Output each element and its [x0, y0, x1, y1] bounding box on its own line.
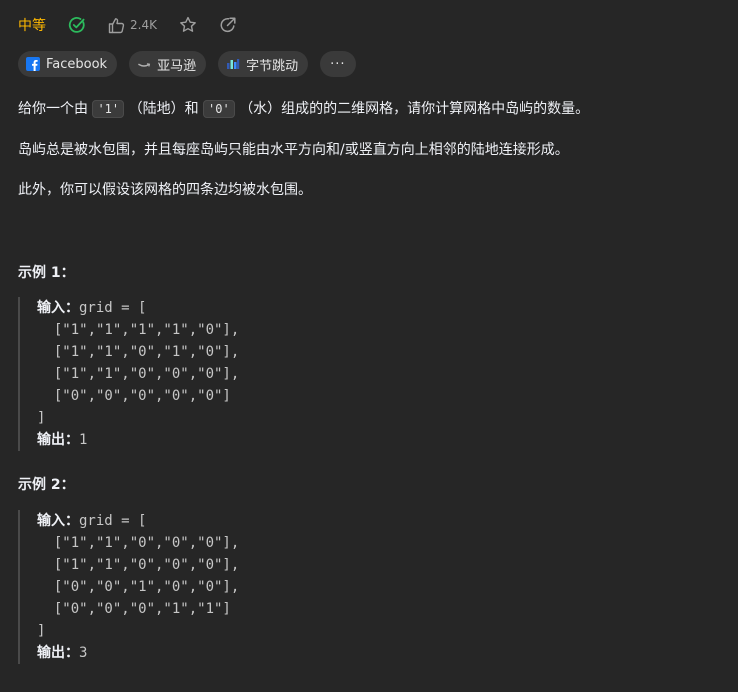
- grid-row: ["1","1","0","0","0"],: [37, 557, 240, 573]
- grid-row: ["1","1","0","1","0"],: [37, 344, 240, 360]
- tag-amazon[interactable]: 亚马逊: [129, 51, 207, 77]
- share-button[interactable]: [219, 16, 237, 34]
- facebook-icon: [26, 57, 40, 71]
- description-text: 给你一个由: [18, 101, 88, 117]
- output-label: 输出：: [37, 432, 79, 448]
- description-paragraph-3: 此外，你可以假设该网格的四条边均被水包围。: [18, 182, 312, 198]
- grid-row: ["1","1","1","1","0"],: [37, 322, 240, 338]
- input-head: grid = [: [79, 300, 147, 316]
- description-text: （陆地）和: [128, 101, 199, 117]
- example-1-title: 示例 1：: [18, 265, 75, 281]
- grid-row: ["0","0","1","0","0"],: [37, 579, 240, 595]
- likes-count: 2.4K: [130, 18, 157, 32]
- grid-row: ["0","0","0","0","0"]: [37, 388, 231, 404]
- tag-bytedance[interactable]: 字节跳动: [218, 51, 309, 77]
- difficulty-badge: 中等: [18, 18, 46, 34]
- inline-code: '0': [203, 100, 235, 118]
- amazon-icon: [137, 57, 151, 71]
- solved-check-icon: [68, 17, 85, 33]
- tag-label: 字节跳动: [246, 58, 299, 74]
- input-label: 输入：: [37, 513, 79, 529]
- bytedance-icon: [226, 57, 240, 71]
- output-value: 3: [79, 645, 88, 661]
- inline-code: '1': [92, 100, 125, 118]
- tag-label: 亚马逊: [157, 58, 197, 74]
- description-paragraph-1: 给你一个由 '1' （陆地）和 '0' （水）组成的的二维网格，请你计算网格中岛…: [18, 98, 589, 118]
- solved-status: [68, 16, 86, 34]
- grid-row: ["1","1","0","0","0"],: [37, 535, 240, 551]
- like-button[interactable]: 2.4K: [108, 17, 157, 34]
- output-value: 1: [79, 432, 88, 448]
- thumbs-up-icon: [108, 17, 125, 33]
- more-tags-button[interactable]: ···: [320, 51, 356, 77]
- grid-close: ]: [37, 623, 46, 639]
- description-paragraph-2: 岛屿总是被水包围，并且每座岛屿只能由水平方向和/或竖直方向上相邻的陆地连接形成。: [18, 142, 569, 158]
- description-text: （水）组成的的二维网格，请你计算网格中岛屿的数量。: [239, 101, 590, 117]
- tag-facebook[interactable]: Facebook: [18, 51, 118, 77]
- example-2-title: 示例 2：: [18, 477, 75, 493]
- grid-close: ]: [37, 410, 46, 426]
- example-1-block: 输入：grid = [ ["1","1","1","1","0"], ["1",…: [18, 297, 557, 451]
- favorite-button[interactable]: [179, 16, 197, 34]
- input-label: 输入：: [37, 300, 79, 316]
- input-head: grid = [: [79, 513, 147, 529]
- example-2-block: 输入：grid = [ ["1","1","0","0","0"], ["1",…: [18, 510, 557, 664]
- star-icon: [180, 16, 196, 32]
- problem-meta-bar: 中等 2.4K: [18, 12, 259, 38]
- grid-row: ["1","1","0","0","0"],: [37, 366, 240, 382]
- company-tags: Facebook 亚马逊 字节跳动 ···: [18, 51, 368, 77]
- output-label: 输出：: [37, 645, 79, 661]
- grid-row: ["0","0","0","1","1"]: [37, 601, 231, 617]
- tag-label: Facebook: [46, 56, 108, 72]
- share-icon: [220, 17, 236, 33]
